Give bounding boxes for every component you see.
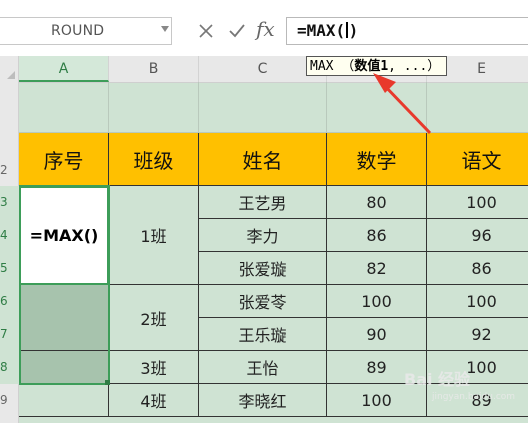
watermark-url: jingyan.baidu.com — [432, 392, 516, 402]
watermark-logo: Bai 经验 — [404, 370, 471, 389]
annotation-arrow-icon — [373, 73, 432, 135]
